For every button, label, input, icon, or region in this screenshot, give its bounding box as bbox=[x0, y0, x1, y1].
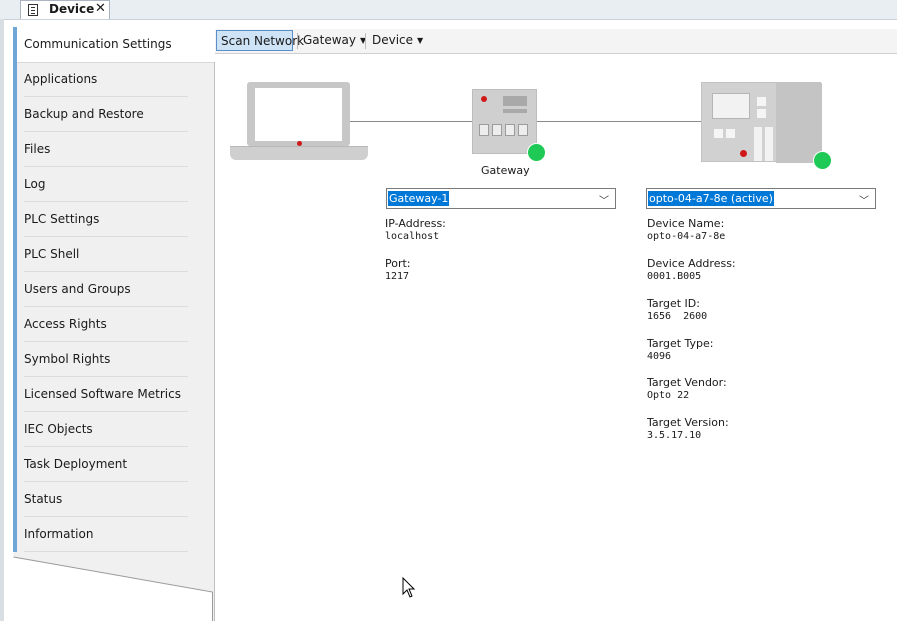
field-label: Target ID: bbox=[647, 297, 700, 310]
sidebar-item-users-and-groups[interactable]: Users and Groups bbox=[13, 272, 188, 307]
sidebar-item-task-deployment[interactable]: Task Deployment bbox=[13, 447, 188, 482]
field-value: localhost bbox=[385, 231, 440, 242]
sidebar-item-label: Licensed Software Metrics bbox=[24, 387, 181, 401]
field-value: 1217 bbox=[385, 271, 410, 282]
connection-line bbox=[350, 121, 472, 122]
connection-line bbox=[537, 121, 701, 122]
sidebar-item-files[interactable]: Files bbox=[13, 132, 188, 167]
device-tab-label: Device bbox=[49, 2, 95, 16]
device-document-icon bbox=[28, 4, 38, 16]
field-value: 3.5.17.10 bbox=[647, 430, 702, 441]
gateway-select[interactable]: Gateway-1 ﹀ bbox=[386, 188, 616, 209]
target-type-field: Target Type: 4096 bbox=[647, 337, 714, 363]
communication-toolbar: Scan Network Gateway ▼ Device ▼ bbox=[215, 29, 897, 54]
gateway-diagram-label: Gateway bbox=[481, 164, 530, 177]
sidebar-item-communication-settings[interactable]: Communication Settings bbox=[13, 27, 215, 62]
sidebar-item-licensed-software-metrics[interactable]: Licensed Software Metrics bbox=[13, 377, 188, 412]
toolbar-separator bbox=[365, 33, 366, 49]
scan-network-button[interactable]: Scan Network bbox=[216, 30, 304, 51]
device-status-dot-icon bbox=[813, 151, 832, 170]
gateway-port-field: Port: 1217 bbox=[385, 257, 411, 283]
target-id-field: Target ID: 1656 2600 bbox=[647, 297, 707, 323]
device-selected-value: opto-04-a7-8e (active) bbox=[648, 191, 774, 206]
sidebar-item-label: PLC Shell bbox=[24, 247, 80, 261]
gateway-menu-button[interactable]: Gateway ▼ bbox=[299, 30, 370, 51]
sidebar-item-label: Access Rights bbox=[24, 317, 107, 331]
close-icon[interactable]: ✕ bbox=[95, 1, 106, 16]
sidebar-item-label: Communication Settings bbox=[24, 37, 172, 51]
settings-sidebar: Communication Settings Applications Back… bbox=[13, 27, 215, 621]
field-value: opto-04-a7-8e bbox=[647, 231, 726, 242]
sidebar-item-label: Task Deployment bbox=[24, 457, 128, 471]
chevron-down-icon: ﹀ bbox=[599, 196, 609, 207]
gateway-selected-value: Gateway-1 bbox=[388, 191, 450, 206]
sidebar-item-label: Applications bbox=[24, 72, 98, 86]
target-version-field: Target Version: 3.5.17.10 bbox=[647, 416, 729, 442]
device-tab[interactable]: Device ✕ bbox=[20, 0, 110, 19]
sidebar-item-label: Backup and Restore bbox=[24, 107, 144, 121]
sidebar-item-plc-settings[interactable]: PLC Settings bbox=[13, 202, 188, 237]
caret-down-icon: ▼ bbox=[417, 36, 424, 45]
sidebar-item-label: PLC Settings bbox=[24, 212, 100, 226]
document-tab-strip: Device ✕ bbox=[0, 0, 897, 20]
field-value: Opto 22 bbox=[647, 390, 690, 401]
chevron-down-icon: ﹀ bbox=[859, 196, 869, 207]
field-label: Port: bbox=[385, 257, 411, 270]
toolbar-separator bbox=[297, 33, 298, 49]
sidebar-item-label: Files bbox=[24, 142, 51, 156]
plc-device-icon[interactable] bbox=[701, 82, 822, 163]
device-select[interactable]: opto-04-a7-8e (active) ﹀ bbox=[646, 188, 876, 209]
left-rail bbox=[0, 19, 4, 621]
gateway-status-dot-icon bbox=[527, 143, 546, 162]
field-value: 4096 bbox=[647, 351, 672, 362]
field-label: IP-Address: bbox=[385, 217, 446, 230]
device-address-field: Device Address: 0001.B005 bbox=[647, 257, 736, 283]
sidebar-item-label: Status bbox=[24, 492, 63, 506]
sidebar-item-information[interactable]: Information bbox=[13, 517, 188, 552]
gateway-ip-field: IP-Address: localhost bbox=[385, 217, 446, 243]
field-label: Device Name: bbox=[647, 217, 725, 230]
sidebar-item-log[interactable]: Log bbox=[13, 167, 188, 202]
field-value: 0001.B005 bbox=[647, 271, 702, 282]
sidebar-item-label: Log bbox=[24, 177, 46, 191]
sidebar-item-plc-shell[interactable]: PLC Shell bbox=[13, 237, 188, 272]
sidebar-item-backup-and-restore[interactable]: Backup and Restore bbox=[13, 97, 188, 132]
sidebar-item-applications[interactable]: Applications bbox=[13, 62, 188, 97]
sidebar-item-label: Symbol Rights bbox=[24, 352, 111, 366]
sidebar-item-status[interactable]: Status bbox=[13, 482, 188, 517]
gateway-menu-label: Gateway bbox=[303, 33, 357, 47]
sidebar-item-label: Information bbox=[24, 527, 94, 541]
device-menu-button[interactable]: Device ▼ bbox=[368, 30, 427, 51]
device-menu-label: Device bbox=[372, 33, 414, 47]
field-label: Target Type: bbox=[647, 337, 714, 350]
mouse-cursor-icon bbox=[402, 577, 416, 598]
sidebar-item-access-rights[interactable]: Access Rights bbox=[13, 307, 188, 342]
sidebar-item-symbol-rights[interactable]: Symbol Rights bbox=[13, 342, 188, 377]
sidebar-item-iec-objects[interactable]: IEC Objects bbox=[13, 412, 188, 447]
sidebar-item-label: Users and Groups bbox=[24, 282, 131, 296]
field-label: Device Address: bbox=[647, 257, 736, 270]
target-vendor-field: Target Vendor: Opto 22 bbox=[647, 376, 727, 402]
device-name-field: Device Name: opto-04-a7-8e bbox=[647, 217, 725, 243]
field-label: Target Vendor: bbox=[647, 376, 727, 389]
field-value: 1656 2600 bbox=[647, 311, 708, 322]
gateway-device-icon[interactable] bbox=[472, 89, 537, 154]
field-label: Target Version: bbox=[647, 416, 729, 429]
sidebar-item-label: IEC Objects bbox=[24, 422, 93, 436]
